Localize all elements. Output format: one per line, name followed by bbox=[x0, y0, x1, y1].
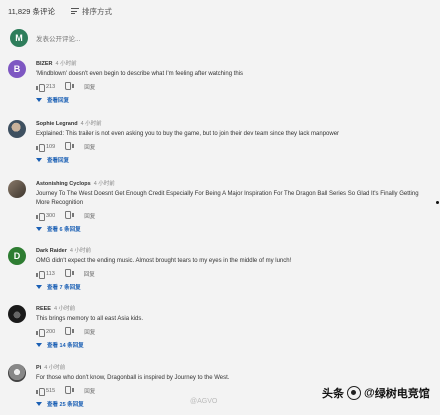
avatar[interactable] bbox=[8, 305, 26, 323]
thumbs-down-icon[interactable] bbox=[67, 271, 74, 277]
add-comment-input[interactable]: 发表公开评论... bbox=[36, 33, 80, 43]
comment-time[interactable]: 4 小时前 bbox=[56, 61, 77, 67]
like-count: 113 bbox=[46, 271, 55, 277]
toutiao-watermark: 头条 @ 绿树电竞馆 bbox=[322, 385, 430, 401]
comment-item: B BIZER 4 小时前 'Mindblown' doesn't even be… bbox=[8, 60, 432, 104]
caret-down-icon bbox=[36, 402, 42, 406]
comment-author[interactable]: BIZER bbox=[36, 61, 53, 67]
thumbs-up-icon[interactable] bbox=[36, 213, 45, 221]
user-avatar: M bbox=[10, 29, 28, 47]
toutiao-logo-icon bbox=[347, 386, 361, 400]
weibo-watermark: @AGVO bbox=[190, 398, 218, 405]
comment-time[interactable]: 4 小时前 bbox=[70, 248, 91, 254]
comment-time[interactable]: 4 小时前 bbox=[81, 121, 102, 127]
like-count: 213 bbox=[46, 84, 56, 90]
like-count: 200 bbox=[46, 329, 56, 335]
comment-text: Journey To The West Doesnt Get Enough Cr… bbox=[36, 191, 419, 206]
reply-button[interactable]: 回复 bbox=[84, 143, 95, 151]
like-count: 109 bbox=[46, 144, 56, 150]
comment-author[interactable]: Dark Raider bbox=[36, 248, 67, 254]
sort-label: 排序方式 bbox=[81, 6, 112, 16]
comment-item: Astonishing Cyclops 4 小时前 Journey To The … bbox=[8, 180, 432, 233]
comment-time[interactable]: 4 小时前 bbox=[44, 365, 65, 371]
watermark-name: 绿树电竞馆 bbox=[374, 388, 430, 400]
view-replies-button[interactable]: 查看 7 条回复 bbox=[36, 283, 432, 291]
comment-item: REEE 4 小时前 This brings memory to all east… bbox=[8, 305, 432, 349]
thumbs-down-icon[interactable] bbox=[67, 329, 74, 335]
reply-button[interactable]: 回复 bbox=[84, 83, 95, 91]
comment-item: Sophie Legrand 4 小时前 Explained: This trai… bbox=[8, 120, 432, 164]
comment-author[interactable]: Astonishing Cyclops bbox=[36, 181, 91, 187]
sort-button[interactable]: 排序方式 bbox=[70, 6, 112, 17]
like-count: 300 bbox=[46, 213, 56, 219]
view-replies-button[interactable]: 查看回复 bbox=[36, 96, 432, 104]
avatar[interactable] bbox=[8, 364, 26, 382]
like-count: 515 bbox=[46, 388, 56, 394]
comment-text: 'Mindblown' doesn't even begin to descri… bbox=[36, 71, 244, 77]
view-replies-button[interactable]: 查看 25 条回复 bbox=[36, 400, 432, 408]
thumbs-up-icon[interactable] bbox=[36, 144, 45, 152]
comment-item: D Dark Raider 4 小时前 OMG didn't expect the… bbox=[8, 247, 432, 291]
watermark-prefix: 头条 bbox=[322, 388, 344, 400]
sort-icon bbox=[70, 8, 79, 14]
comment-author[interactable]: REEE bbox=[36, 306, 51, 312]
thumbs-up-icon[interactable] bbox=[36, 84, 45, 92]
thumbs-down-icon[interactable] bbox=[67, 84, 74, 90]
reply-button[interactable]: 回复 bbox=[84, 212, 95, 220]
caret-down-icon bbox=[36, 227, 42, 231]
comment-text: OMG didn't expect the ending music. Almo… bbox=[36, 258, 292, 264]
thumbs-up-icon[interactable] bbox=[36, 329, 45, 337]
comment-time[interactable]: 4 小时前 bbox=[54, 306, 75, 312]
comment-text: This brings memory to all east Asia kids… bbox=[36, 316, 144, 322]
view-replies-button[interactable]: 查看 14 条回复 bbox=[36, 341, 432, 349]
comment-text: Explained: This trailer is not even aski… bbox=[36, 131, 340, 137]
reply-button[interactable]: 回复 bbox=[84, 270, 95, 278]
caret-down-icon bbox=[36, 343, 42, 347]
thumbs-up-icon[interactable] bbox=[36, 271, 45, 279]
caret-down-icon bbox=[36, 158, 42, 162]
thumbs-down-icon[interactable] bbox=[67, 388, 74, 394]
caret-down-icon bbox=[36, 285, 42, 289]
watermark-at: @ bbox=[364, 387, 375, 399]
comment-time[interactable]: 4 小时前 bbox=[94, 181, 115, 187]
thumbs-up-icon[interactable] bbox=[36, 388, 45, 396]
reply-button[interactable]: 回复 bbox=[84, 328, 95, 336]
comment-count: 11,829 条评论 bbox=[8, 6, 55, 16]
avatar[interactable] bbox=[8, 180, 26, 198]
comment-text: For those who don't know, Dragonball is … bbox=[36, 375, 230, 381]
comment-author[interactable]: Sophie Legrand bbox=[36, 121, 78, 127]
reply-button[interactable]: 回复 bbox=[84, 387, 95, 395]
avatar[interactable]: D bbox=[8, 247, 26, 265]
comments-header: 11,829 条评论 排序方式 bbox=[8, 4, 112, 18]
add-comment-row: M 发表公开评论... bbox=[10, 26, 432, 50]
thumbs-down-icon[interactable] bbox=[67, 144, 74, 150]
comment-author[interactable]: Pi bbox=[36, 365, 41, 371]
thumbs-down-icon[interactable] bbox=[67, 213, 74, 219]
view-replies-button[interactable]: 查看回复 bbox=[36, 156, 432, 164]
view-replies-button[interactable]: 查看 6 条回复 bbox=[36, 225, 432, 233]
caret-down-icon bbox=[36, 98, 42, 102]
avatar[interactable] bbox=[8, 120, 26, 138]
cursor-dot bbox=[436, 201, 439, 204]
avatar[interactable]: B bbox=[8, 60, 26, 78]
